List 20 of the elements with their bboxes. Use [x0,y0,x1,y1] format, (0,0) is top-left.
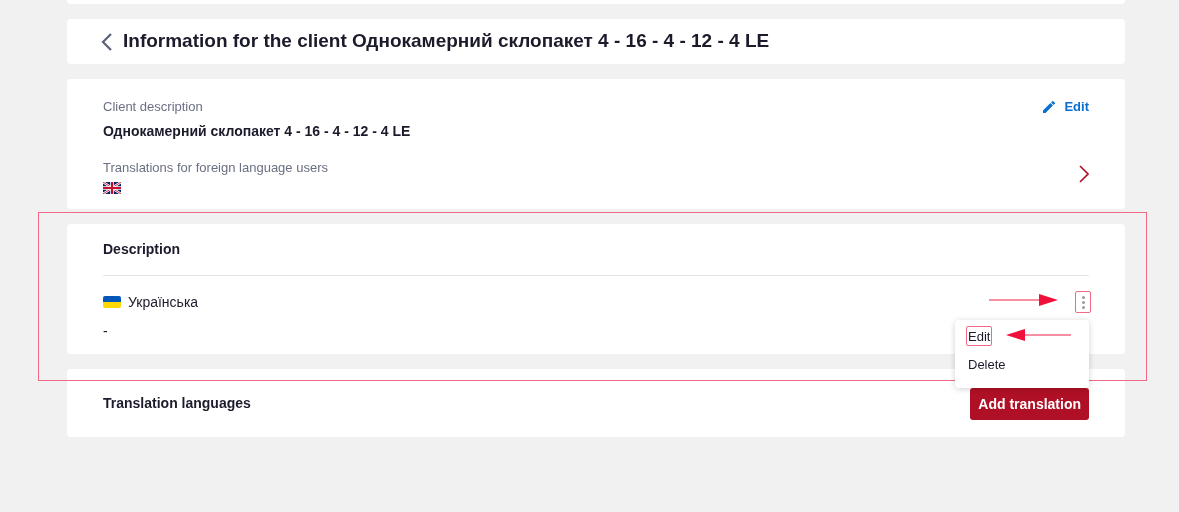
field-label: Client description [103,98,204,116]
uk-flag-icon [103,182,121,194]
field-label: Translations for foreign language users [103,158,329,177]
section-title: Translation languages [103,393,251,413]
back-chevron-icon[interactable] [101,32,113,51]
chevron-right-icon[interactable] [1079,164,1089,183]
page-title: Information for the client Однокамерний склопакет 4 - 16 - 4 - 12 - 4 LE [123,29,770,54]
annotation-arrow [1006,329,1072,341]
pencil-icon [1042,99,1057,114]
client-description: Однокамерний склопакет 4 - 16 - 4 - 12 - 4 LE [103,121,411,141]
description-text: - [103,322,108,341]
edit-button[interactable]: Edit [1042,97,1089,117]
add-translation-button[interactable]: Add translation [970,388,1089,420]
section-title: Description [103,240,180,259]
language-name: Українська [128,292,199,312]
annotation-arrow [989,294,1059,306]
ukraine-flag-icon [103,296,121,308]
more-options-button[interactable] [1075,291,1091,313]
menu-item[interactable]: Edit [966,326,993,346]
menu-item[interactable]: Delete [966,354,1008,374]
